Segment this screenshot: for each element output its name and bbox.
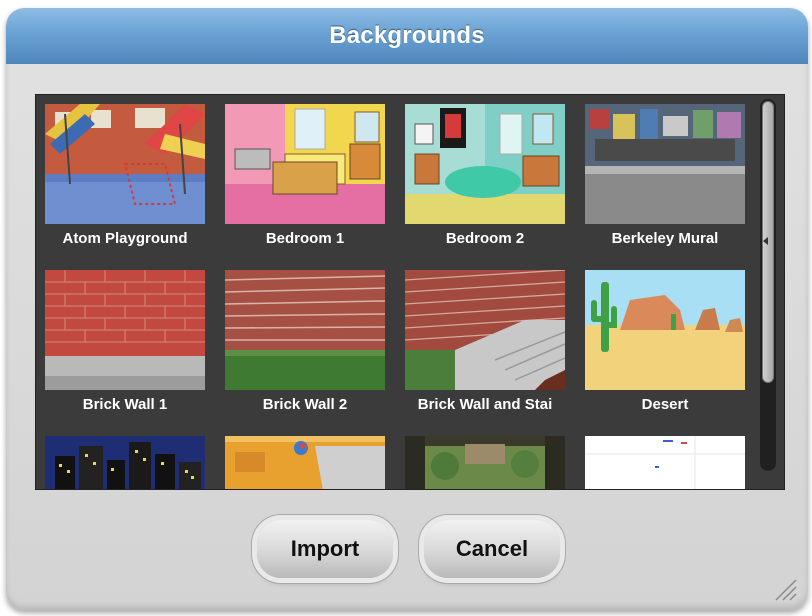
item-label: Berkeley Mural: [611, 230, 719, 247]
thumbnail: [45, 436, 205, 489]
item-label: Atom Playground: [62, 230, 188, 247]
scroll-arrow-icon: [763, 237, 768, 245]
background-item-brick-wall-1[interactable]: Brick Wall 1: [45, 270, 205, 430]
thumbnail: [45, 270, 205, 390]
background-item-atom-playground[interactable]: Atom Playground: [45, 104, 205, 264]
thumbnail: [45, 104, 205, 224]
thumbnail: [585, 270, 745, 390]
thumbnail: [585, 436, 745, 489]
backgrounds-list[interactable]: Atom Playground Bedroom 1 Bedroom 2 Berk…: [35, 94, 785, 490]
vertical-scrollbar[interactable]: [760, 99, 776, 485]
backgrounds-dialog: Backgrounds Atom Playground Bedroom 1 Be…: [6, 8, 808, 610]
background-item-brick-wall-2[interactable]: Brick Wall 2: [225, 270, 385, 430]
background-item-berkeley-mural[interactable]: Berkeley Mural: [585, 104, 745, 264]
thumbnail: [585, 104, 745, 224]
import-button[interactable]: Import: [257, 520, 393, 578]
thumbnail: [225, 436, 385, 489]
dialog-title: Backgrounds: [329, 22, 485, 49]
item-label: Brick Wall 2: [262, 396, 348, 413]
resize-grip-icon[interactable]: [772, 576, 798, 602]
background-item-bedroom-1[interactable]: Bedroom 1: [225, 104, 385, 264]
item-label: Bedroom 2: [445, 230, 525, 247]
thumbnail: [405, 104, 565, 224]
thumbnail: [405, 436, 565, 489]
background-item-desert[interactable]: Desert: [585, 270, 745, 430]
dialog-titlebar[interactable]: Backgrounds: [6, 8, 808, 64]
background-item-11[interactable]: [405, 436, 565, 489]
cancel-button[interactable]: Cancel: [424, 520, 560, 578]
background-item-12[interactable]: [585, 436, 745, 489]
background-item-bedroom-2[interactable]: Bedroom 2: [405, 104, 565, 264]
background-item-9[interactable]: [45, 436, 205, 489]
item-label: Brick Wall and Stai: [417, 396, 553, 413]
thumbnail: [225, 104, 385, 224]
background-item-brick-wall-and-stairs[interactable]: Brick Wall and Stai: [405, 270, 565, 430]
item-label: Desert: [641, 396, 689, 413]
item-label: Brick Wall 1: [82, 396, 168, 413]
background-item-10[interactable]: [225, 436, 385, 489]
item-label: Bedroom 1: [265, 230, 345, 247]
thumbnail: [225, 270, 385, 390]
thumbnail: [405, 270, 565, 390]
